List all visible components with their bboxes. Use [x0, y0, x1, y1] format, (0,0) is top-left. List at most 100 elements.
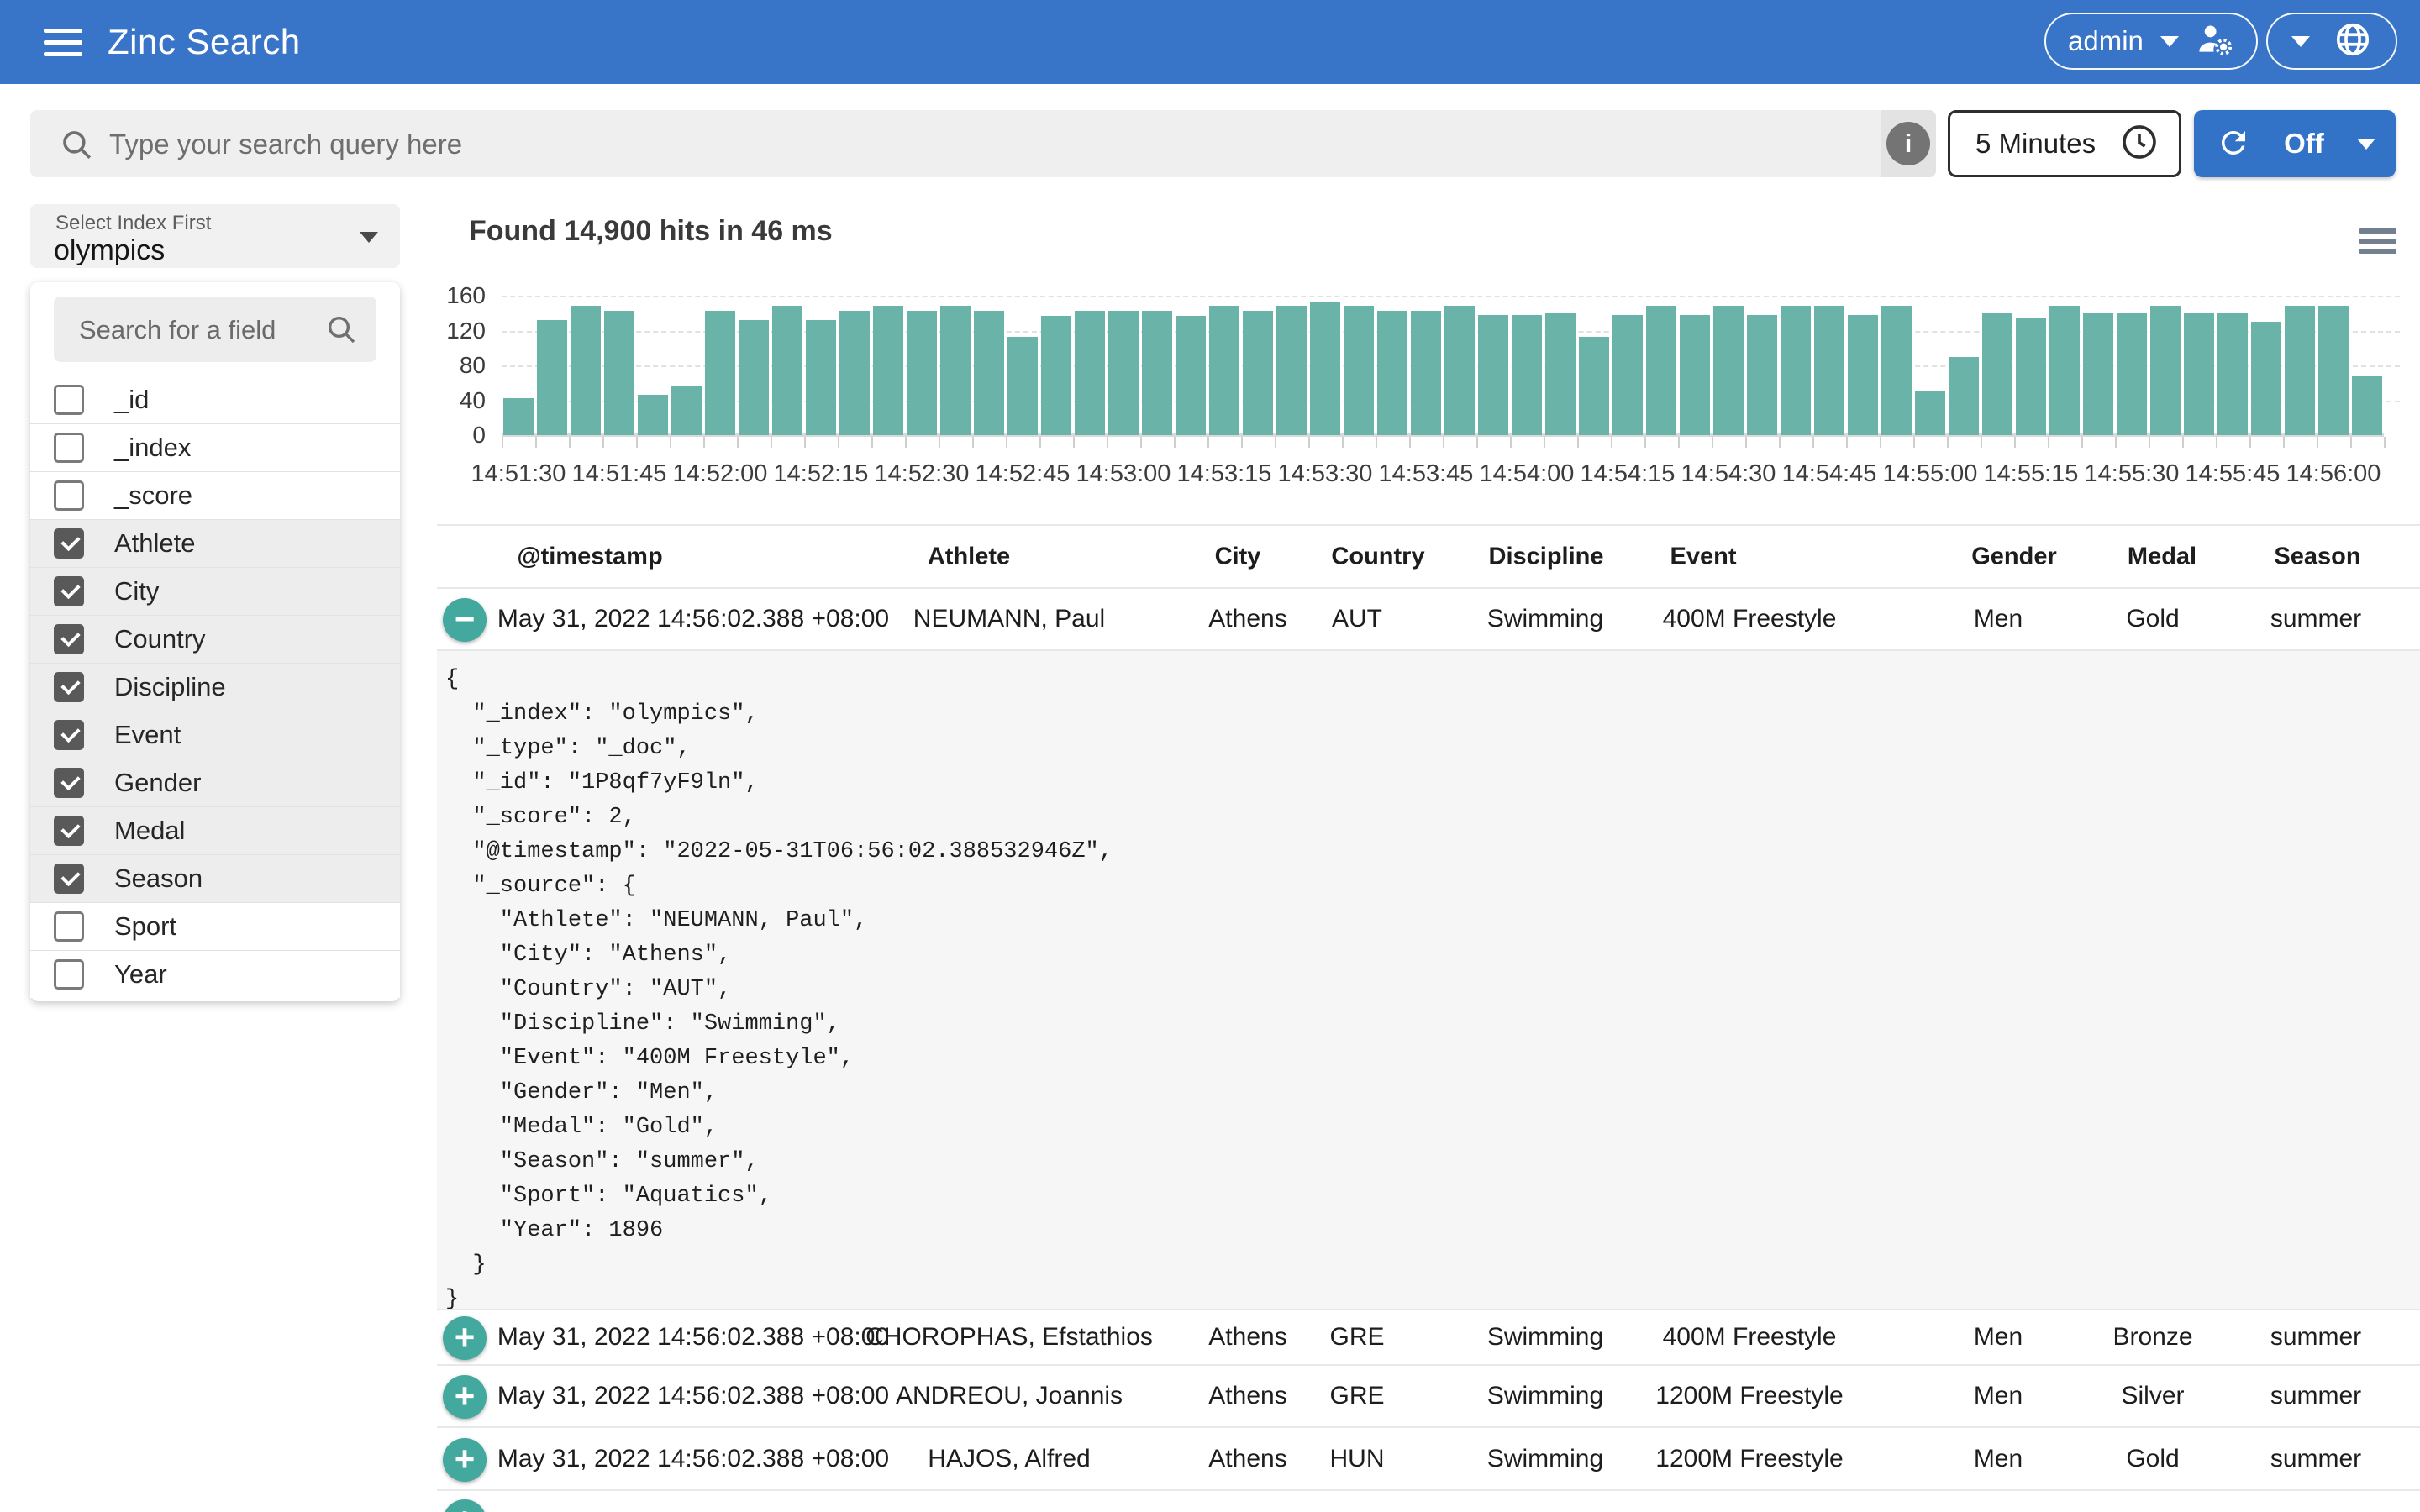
- column-header-City: City: [1214, 543, 1261, 570]
- search-icon: [59, 127, 94, 166]
- cell-timestamp: May 31, 2022 14:56:02.388 +08:00: [497, 1323, 890, 1351]
- histogram-bar: [2352, 376, 2382, 435]
- histogram-bar: [772, 306, 802, 435]
- y-axis-tick-120: 120: [446, 317, 486, 344]
- histogram-bar: [1209, 306, 1239, 435]
- field-list: _id _index _score Athlete City Country Discipl…: [30, 376, 400, 998]
- cell-Gender: Men: [1973, 605, 2023, 633]
- checkbox-checked[interactable]: [54, 576, 84, 606]
- histogram-bar: [2049, 306, 2080, 435]
- field-search-input[interactable]: [77, 297, 316, 364]
- field-row-_id[interactable]: _id: [30, 376, 400, 423]
- field-row-Event[interactable]: Event: [30, 711, 400, 759]
- collapse-row-button[interactable]: −: [443, 598, 487, 642]
- cell-Discipline: Swimming: [1486, 1323, 1604, 1351]
- column-header-Country: Country: [1331, 543, 1425, 570]
- histogram-bar: [2016, 318, 2046, 435]
- column-header-Gender: Gender: [1971, 543, 2057, 570]
- histogram-bar: [1041, 316, 1071, 435]
- field-row-Country[interactable]: Country: [30, 615, 400, 663]
- histogram-bar: [1579, 337, 1609, 435]
- field-name: Athlete: [114, 528, 196, 558]
- cell-Country: AUT: [1332, 605, 1382, 633]
- field-row-Athlete[interactable]: Athlete: [30, 519, 400, 567]
- x-axis-label: 14:53:30: [1277, 460, 1373, 487]
- checkbox-unchecked[interactable]: [54, 480, 84, 511]
- x-axis-ticks: [502, 437, 2386, 448]
- checkbox-checked[interactable]: [54, 624, 84, 654]
- expand-row-button[interactable]: +: [443, 1316, 487, 1360]
- column-header-Medal: Medal: [2127, 543, 2197, 570]
- field-row-Discipline[interactable]: Discipline: [30, 663, 400, 711]
- field-name: Medal: [114, 816, 186, 845]
- field-row-Sport[interactable]: Sport: [30, 902, 400, 950]
- cell-Medal: Bronze: [2112, 1323, 2193, 1351]
- cell-Discipline: Swimming: [1486, 605, 1604, 633]
- histogram-bar: [1646, 306, 1676, 435]
- expand-row-button[interactable]: +: [443, 1375, 487, 1419]
- field-row-Year[interactable]: Year: [30, 950, 400, 998]
- menu-icon[interactable]: [44, 29, 82, 56]
- field-row-_index[interactable]: _index: [30, 423, 400, 471]
- field-name: Sport: [114, 911, 177, 941]
- cell-Season: summer: [2270, 605, 2362, 633]
- x-axis-label: 14:53:15: [1176, 460, 1272, 487]
- checkbox-unchecked[interactable]: [54, 959, 84, 990]
- checkbox-checked[interactable]: [54, 720, 84, 750]
- checkbox-checked[interactable]: [54, 672, 84, 702]
- histogram-bar: [1411, 311, 1441, 435]
- field-name: Season: [114, 864, 203, 893]
- histogram-bar: [1276, 306, 1307, 435]
- cell-City: Athens: [1208, 1444, 1287, 1473]
- field-row-Season[interactable]: Season: [30, 854, 400, 902]
- field-row-City[interactable]: City: [30, 567, 400, 615]
- histogram-bar: [2083, 313, 2113, 435]
- gridline-160: [502, 296, 2400, 297]
- field-row-_score[interactable]: _score: [30, 471, 400, 519]
- x-axis-label: 14:55:00: [1882, 460, 1978, 487]
- cell-Event: 400M Freestyle: [1662, 1323, 1837, 1351]
- table-row: − May 31, 2022 14:56:02.388 +08:00 NEUMANN…: [437, 587, 2420, 649]
- checkbox-checked[interactable]: [54, 768, 84, 798]
- cell-Athlete: ANDREOU, Joannis: [895, 1382, 1123, 1410]
- cell-Medal: Silver: [2121, 1382, 2185, 1410]
- expand-row-button[interactable]: +: [443, 1499, 487, 1512]
- expand-row-button[interactable]: +: [443, 1437, 487, 1482]
- cell-Medal: Gold: [2126, 605, 2180, 633]
- checkbox-unchecked[interactable]: [54, 911, 84, 942]
- x-axis-label: 14:52:45: [975, 460, 1071, 487]
- histogram-bar: [1915, 391, 1945, 435]
- checkbox-unchecked[interactable]: [54, 385, 84, 415]
- field-name: _id: [114, 385, 150, 414]
- cell-Season: summer: [2270, 1323, 2362, 1351]
- checkbox-unchecked[interactable]: [54, 433, 84, 463]
- table-header-row: @timestamp Athlete City Country Discipline Ev…: [437, 524, 2420, 587]
- cell-Discipline: Swimming: [1486, 1444, 1604, 1473]
- histogram-bar: [1848, 315, 1878, 435]
- index-select[interactable]: Select Index First olympics: [30, 204, 400, 268]
- field-name: Discipline: [114, 672, 226, 701]
- histogram-bar: [503, 398, 534, 435]
- histogram-bar: [739, 320, 769, 435]
- y-axis-tick-80: 80: [459, 352, 486, 378]
- histogram-bar: [1545, 313, 1576, 435]
- expanded-document-json: { "_index": "olympics", "_type": "_doc",…: [437, 649, 2420, 1309]
- histogram-bar: [1814, 306, 1844, 435]
- x-axis-label: 14:54:30: [1681, 460, 1776, 487]
- field-row-Gender[interactable]: Gender: [30, 759, 400, 806]
- y-axis-tick-0: 0: [472, 422, 486, 448]
- histogram-bar: [1243, 311, 1273, 435]
- checkbox-checked[interactable]: [54, 864, 84, 894]
- table-row: + May 31, 2022 14:56:02.388 +08:00 CHOROPH…: [437, 1309, 2420, 1364]
- cell-Country: HUN: [1329, 1444, 1385, 1473]
- checkbox-checked[interactable]: [54, 816, 84, 846]
- field-name: _score: [114, 480, 193, 510]
- x-axis-label: 14:56:00: [2286, 460, 2381, 487]
- cell-timestamp: May 31, 2022 14:56:02.388 +08:00: [497, 605, 890, 633]
- chart-menu-icon[interactable]: [2360, 228, 2396, 259]
- column-header-Season: Season: [2274, 543, 2361, 570]
- cell-Season: summer: [2270, 1444, 2362, 1473]
- checkbox-checked[interactable]: [54, 528, 84, 559]
- field-row-Medal[interactable]: Medal: [30, 806, 400, 854]
- x-axis-label: 14:53:45: [1378, 460, 1474, 487]
